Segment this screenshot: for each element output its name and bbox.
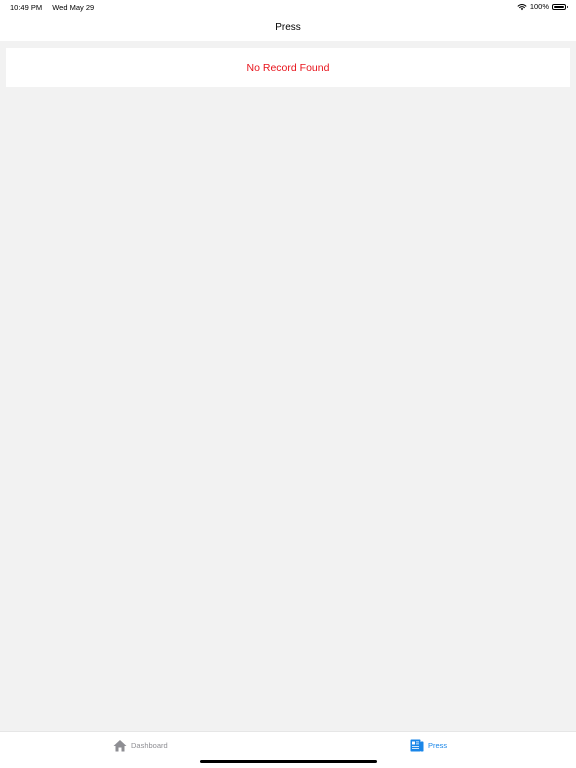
- status-time: 10:49 PM: [10, 3, 43, 12]
- status-right: 100%: [517, 2, 568, 11]
- tab-press[interactable]: Press: [410, 739, 447, 752]
- battery-icon: [552, 3, 568, 10]
- home-icon: [113, 740, 127, 752]
- navigation-bar: Press: [0, 14, 576, 41]
- app-screen: 10:49 PM Wed May 29 100% Press No Record…: [0, 0, 576, 768]
- status-left: 10:49 PM Wed May 29: [10, 3, 102, 12]
- tab-dashboard[interactable]: Dashboard: [113, 739, 168, 752]
- page-title: Press: [275, 22, 301, 33]
- newspaper-icon: [410, 739, 424, 752]
- status-bar: 10:49 PM Wed May 29 100%: [0, 0, 576, 14]
- empty-state-message: No Record Found: [246, 61, 330, 74]
- home-indicator[interactable]: [200, 760, 377, 763]
- battery-percentage: 100%: [529, 2, 549, 11]
- wifi-icon: [517, 3, 527, 10]
- tab-press-label: Press: [428, 741, 448, 750]
- status-date: Wed May 29: [52, 3, 95, 12]
- empty-state-card: No Record Found: [6, 48, 570, 87]
- tab-dashboard-label: Dashboard: [131, 741, 168, 750]
